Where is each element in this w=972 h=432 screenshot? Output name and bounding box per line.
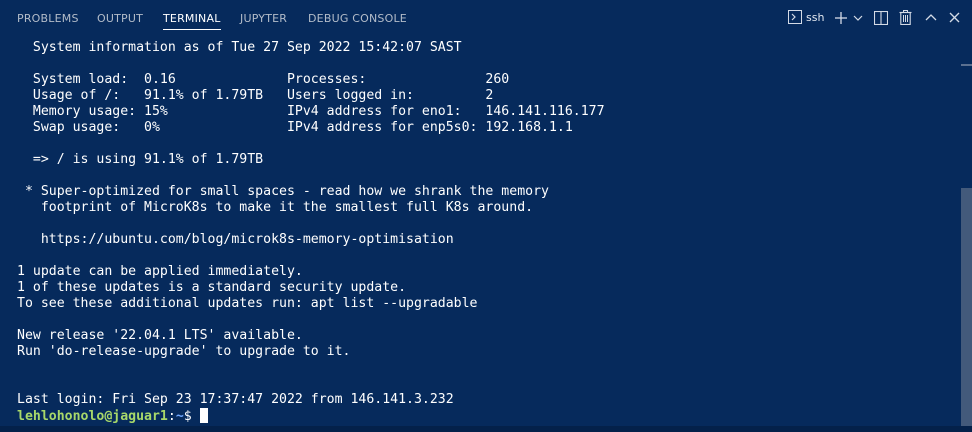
terminal-line: https://ubuntu.com/blog/microk8s-memory-… [17,232,454,247]
chevron-down-icon [853,15,863,21]
split-terminal-button[interactable] [874,8,888,28]
terminal-line: Memory usage: 15% IPv4 address for eno1:… [17,104,605,119]
maximize-panel-button[interactable] [925,8,937,28]
terminal-profile-label: ssh [806,11,825,24]
last-login-line: Last login: Fri Sep 23 17:37:47 2022 fro… [17,392,454,407]
terminal-line: Usage of /: 91.1% of 1.79TB Users logged… [17,88,494,103]
prompt-line[interactable]: lehlohonolo@jaguar1:~$ [17,408,208,424]
scrollbar-marker [961,64,972,66]
terminal-line: Swap usage: 0% IPv4 address for enp5s0: … [17,120,573,135]
prompt-symbol: $ [183,409,200,424]
prompt-path: ~ [175,409,184,424]
terminal-line: To see these additional updates run: apt… [17,296,478,311]
add-icon [834,11,848,25]
terminal-line: => / is using 91.1% of 1.79TB [17,152,264,167]
terminal-profile-button[interactable]: ssh [788,8,828,28]
split-icon [874,11,888,25]
new-terminal-button[interactable] [834,8,848,28]
terminal-line: System information as of Tue 27 Sep 2022… [17,40,462,55]
panel-bottom-edge [0,426,972,432]
terminal-line: System load: 0.16 Processes: 260 [17,72,510,87]
terminal-output[interactable]: System information as of Tue 27 Sep 2022… [0,36,960,426]
terminal-line: 1 update can be applied immediately. [17,264,303,279]
panel-header: PROBLEMS OUTPUT TERMINAL JUPYTER DEBUG C… [0,0,972,36]
chevron-up-icon [925,13,937,21]
kill-terminal-button[interactable] [899,8,913,28]
terminal-scrollbar[interactable] [961,36,972,426]
terminal-icon [788,10,802,24]
prompt-separator: : [167,409,176,424]
scrollbar-thumb[interactable] [961,188,972,426]
panel-actions: ssh [0,0,972,36]
terminal-line: Run 'do-release-upgrade' to upgrade to i… [17,344,351,359]
close-panel-button[interactable] [949,8,961,28]
terminal-cursor [199,408,208,423]
terminal-line: * Super-optimized for small spaces - rea… [17,184,549,199]
terminal-line: footprint of MicroK8s to make it the sma… [17,200,534,215]
terminal-profile-dropdown[interactable] [853,8,863,28]
close-icon [949,12,960,23]
trash-icon [899,10,912,25]
prompt-user-host: lehlohonolo@jaguar1 [17,409,168,424]
terminal-line: 1 of these updates is a standard securit… [17,280,407,295]
terminal-line: New release '22.04.1 LTS' available. [17,328,303,343]
